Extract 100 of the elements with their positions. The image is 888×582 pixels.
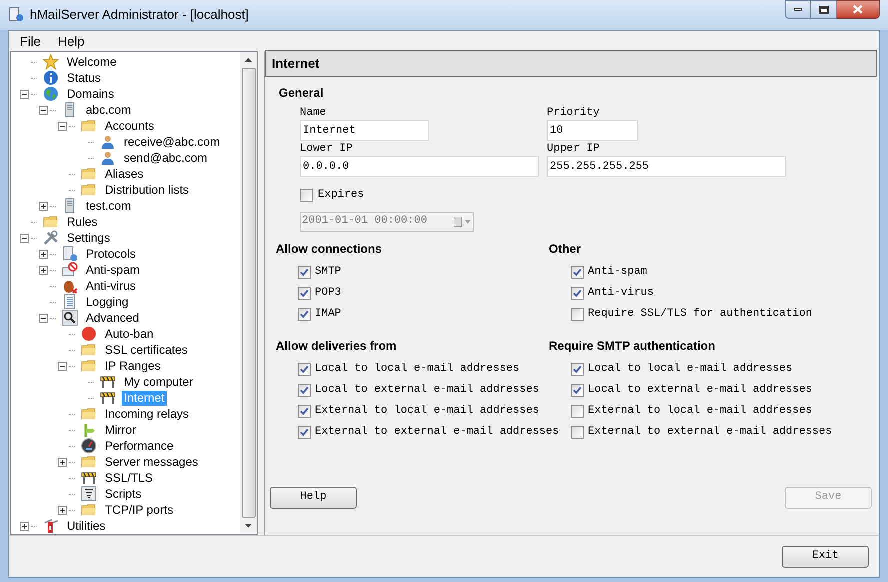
checkbox[interactable] <box>571 384 584 396</box>
checkbox-label: Expires <box>318 188 364 203</box>
tree-item[interactable]: test.com <box>84 198 134 214</box>
tree-item[interactable]: Server messages <box>103 454 200 470</box>
checkbox[interactable] <box>571 266 584 278</box>
collapse-toggle[interactable] <box>20 90 29 98</box>
checkbox-label: Anti-spam <box>588 264 648 280</box>
check-icon <box>300 386 309 394</box>
minimize-button[interactable] <box>785 0 811 19</box>
folder-icon <box>81 342 97 358</box>
checkbox[interactable] <box>298 362 311 376</box>
section-heading: Allow deliveries from <box>276 338 398 354</box>
tree-item[interactable]: My computer <box>122 374 196 390</box>
section-heading: General <box>279 85 325 101</box>
check-icon <box>300 406 309 416</box>
stop-icon <box>81 326 97 342</box>
expand-toggle[interactable] <box>58 458 67 466</box>
tree-item[interactable]: Accounts <box>103 118 156 134</box>
search-icon <box>62 310 78 326</box>
tree-item[interactable]: receive@abc.com <box>122 134 222 150</box>
checkbox[interactable] <box>298 404 311 418</box>
tree-item[interactable]: Rules <box>65 214 100 230</box>
text-field[interactable]: Internet <box>300 120 429 141</box>
collapse-toggle[interactable] <box>58 362 67 370</box>
close-icon <box>853 5 863 14</box>
scrollbar[interactable] <box>240 52 257 534</box>
panel-header: Internet <box>265 50 877 77</box>
tree-item[interactable]: Mirror <box>103 422 138 438</box>
checkbox[interactable] <box>298 308 311 320</box>
tree-item[interactable]: Anti-virus <box>84 278 138 294</box>
checkbox[interactable] <box>571 308 584 320</box>
checkbox-label: Local to external e-mail addresses <box>588 382 812 398</box>
folder-icon <box>81 358 97 374</box>
collapse-toggle[interactable] <box>39 314 48 322</box>
checkbox[interactable] <box>300 188 313 202</box>
menu-item[interactable]: File <box>13 32 48 52</box>
calendar-dropdown-icon <box>454 216 472 226</box>
text-field[interactable]: 0.0.0.0 <box>300 156 539 177</box>
tree-item[interactable]: send@abc.com <box>122 150 210 166</box>
folder-icon <box>81 406 97 422</box>
user-icon <box>100 150 116 166</box>
checkbox[interactable] <box>298 266 311 278</box>
tree-item[interactable]: SSL/TLS <box>103 470 156 486</box>
checkbox[interactable] <box>571 286 584 300</box>
tree-item[interactable]: Domains <box>65 86 116 102</box>
field-label: Priority <box>547 107 601 120</box>
tree-item[interactable]: TCP/IP ports <box>103 502 176 518</box>
section-heading: Require SMTP authentication <box>549 338 716 354</box>
checkbox-label: Local to external e-mail addresses <box>315 382 540 398</box>
tree-item[interactable]: Auto-ban <box>103 326 156 342</box>
tree-item[interactable]: abc.com <box>84 102 134 118</box>
checkbox[interactable] <box>298 286 311 300</box>
expand-toggle[interactable] <box>39 202 48 210</box>
help-button[interactable]: Help <box>270 486 357 508</box>
tree-item[interactable]: Performance <box>103 438 176 454</box>
tree-item[interactable]: IP Ranges <box>103 358 163 374</box>
close-button[interactable] <box>837 0 880 19</box>
expand-toggle[interactable] <box>58 506 67 514</box>
barrier-icon <box>100 374 116 390</box>
folder-icon <box>81 454 97 470</box>
expand-toggle[interactable] <box>39 266 48 274</box>
checkbox[interactable] <box>571 404 584 418</box>
expand-toggle[interactable] <box>39 250 48 258</box>
tools-icon <box>43 230 59 246</box>
tree-item[interactable]: SSL certificates <box>103 342 190 358</box>
tree-item[interactable]: Scripts <box>103 486 144 502</box>
text-field[interactable]: 255.255.255.255 <box>547 156 786 177</box>
expand-toggle[interactable] <box>20 522 29 530</box>
collapse-toggle[interactable] <box>58 122 67 130</box>
tree-item[interactable]: Welcome <box>65 54 119 70</box>
collapse-toggle[interactable] <box>39 106 48 114</box>
tree-item[interactable]: Distribution lists <box>103 182 192 198</box>
tree-item[interactable]: Settings <box>65 230 112 246</box>
folder-icon <box>81 502 97 518</box>
checkbox[interactable] <box>571 426 584 438</box>
field-label: Name <box>300 107 328 120</box>
checkbox[interactable] <box>571 362 584 376</box>
user-icon <box>100 134 116 150</box>
tree-item[interactable]: Anti-spam <box>84 262 142 278</box>
checkbox-label: Require SSL/TLS for authentication <box>588 306 812 322</box>
tree-item[interactable]: Utilities <box>65 518 108 534</box>
checkbox[interactable] <box>298 426 311 438</box>
tree-item[interactable]: Logging <box>84 294 131 310</box>
check-icon <box>300 288 309 298</box>
menu-item[interactable]: Help <box>50 32 92 52</box>
checkbox[interactable] <box>298 384 311 396</box>
maximize-button[interactable] <box>811 0 837 19</box>
collapse-toggle[interactable] <box>20 234 29 242</box>
tree-item[interactable]: Protocols <box>84 246 138 262</box>
tree-item[interactable]: Incoming relays <box>103 406 192 422</box>
tree-item[interactable]: Aliases <box>103 166 146 182</box>
tree-item[interactable]: Advanced <box>84 310 142 326</box>
app-icon <box>8 7 24 23</box>
globe-icon <box>43 86 59 102</box>
tree-item[interactable]: Status <box>65 70 104 86</box>
bug-icon <box>62 278 78 294</box>
folder-icon <box>43 214 59 230</box>
gauge-icon <box>81 438 97 454</box>
text-field[interactable]: 10 <box>547 120 638 141</box>
exit-button[interactable]: Exit <box>782 546 869 568</box>
